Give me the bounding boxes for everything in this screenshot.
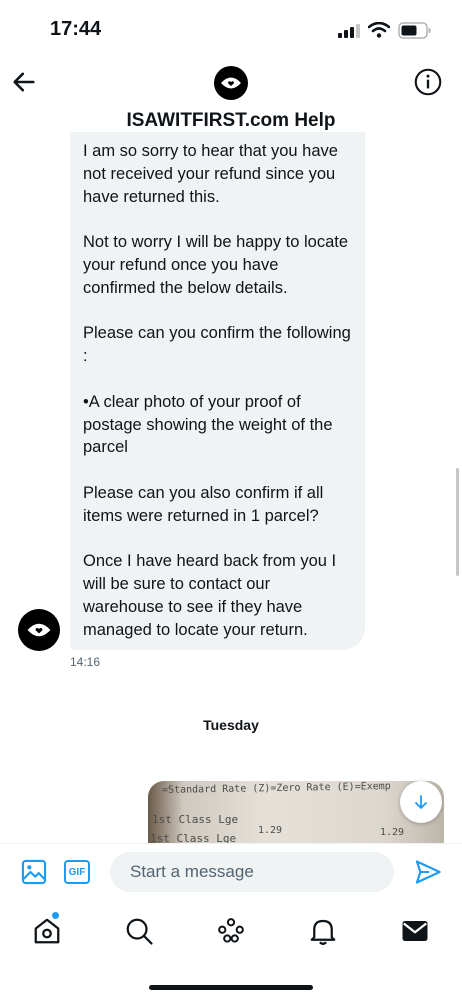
conversation-title[interactable]: ISAWITFIRST.com Help [0,110,462,132]
notifications-icon[interactable] [308,916,338,946]
home-icon[interactable] [32,916,62,946]
receipt-line: 1.29 [258,825,283,836]
receipt-line: 1.29 [380,827,405,838]
info-icon[interactable] [414,68,442,96]
wifi-icon [368,22,390,38]
day-separator: Tuesday [203,717,259,733]
battery-icon [398,22,431,39]
messages-icon[interactable] [400,916,430,946]
search-icon[interactable] [124,916,154,946]
message-timestamp: 14:16 [70,655,101,669]
sender-avatar[interactable] [18,609,60,651]
spaces-icon[interactable] [216,916,246,946]
profile-avatar[interactable] [214,66,248,100]
image-icon[interactable] [20,858,48,886]
cellular-signal-icon [338,24,360,38]
status-bar: 17:44 [0,0,462,60]
receipt-line: 1st Class Lge [152,813,239,826]
receipt-line: 1st Class Lge [150,832,237,843]
scroll-down-icon [415,795,427,809]
receipt-photo[interactable]: =Standard Rate (Z)=Zero Rate (E)=Exemp 1… [148,781,444,843]
eye-logo-icon [27,623,51,637]
home-indicator [149,985,313,990]
gif-icon[interactable]: GIF [64,860,90,884]
scroll-to-bottom-button[interactable] [400,781,442,823]
message-text: I am so sorry to hear that you have not … [83,142,351,639]
notification-dot [52,912,59,919]
send-icon[interactable] [414,858,442,886]
status-time: 17:44 [50,18,102,40]
receipt-line: =Standard Rate (Z)=Zero Rate (E)=Exemp [161,781,391,796]
scrollbar[interactable] [456,468,459,576]
eye-logo-icon [221,77,241,89]
back-arrow-icon[interactable] [10,68,38,96]
message-input[interactable] [110,852,394,892]
